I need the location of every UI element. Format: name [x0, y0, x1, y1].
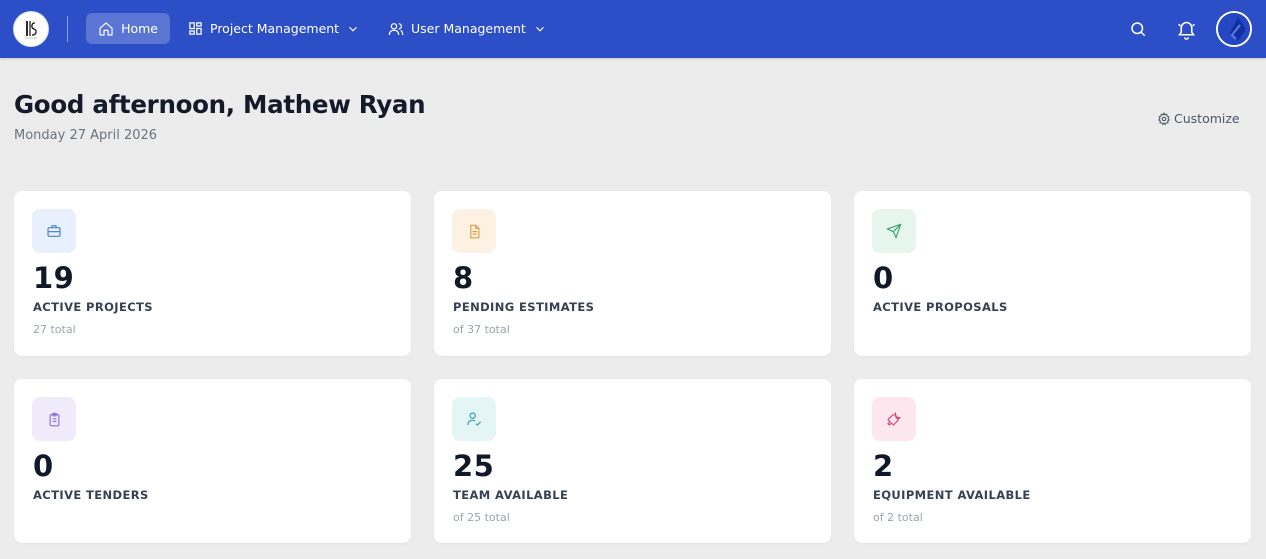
chevron-down-icon — [535, 26, 544, 32]
stat-card-active-proposals[interactable]: 0 ACTIVE PROPOSALS — [854, 191, 1251, 356]
stat-label: ACTIVE PROPOSALS — [873, 300, 1008, 314]
stat-value: 0 — [873, 261, 894, 295]
stat-value: 19 — [33, 261, 75, 295]
customize-label: Customize — [1174, 111, 1240, 126]
stat-card-active-tenders[interactable]: 0 ACTIVE TENDERS — [14, 379, 411, 543]
stat-subtext: of 2 total — [873, 511, 923, 524]
logo-mark-icon — [25, 21, 37, 39]
nav-home[interactable]: Home — [86, 13, 170, 44]
users-icon — [388, 22, 404, 35]
clipboard-icon — [49, 412, 59, 426]
stat-card-active-projects[interactable]: 19 ACTIVE PROJECTS 27 total — [14, 191, 411, 356]
briefcase-icon — [47, 225, 61, 237]
stat-subtext: of 25 total — [453, 511, 510, 524]
card-icon-badge — [32, 397, 76, 441]
home-icon — [99, 21, 113, 36]
card-icon-badge — [872, 397, 916, 441]
stat-label: TEAM AVAILABLE — [453, 488, 569, 502]
page-title: Good afternoon, Mathew Ryan — [14, 90, 426, 119]
user-check-icon — [467, 412, 482, 426]
stat-label: ACTIVE TENDERS — [33, 488, 149, 502]
stat-label: PENDING ESTIMATES — [453, 300, 595, 314]
chevron-down-icon — [349, 26, 358, 32]
grid-icon — [189, 22, 202, 35]
notifications-button[interactable] — [1174, 17, 1198, 41]
search-icon — [1131, 22, 1146, 37]
stat-subtext: of 37 total — [453, 323, 510, 336]
nav-project-management-label: Project Management — [210, 21, 340, 36]
company-logo[interactable] — [13, 11, 49, 47]
nav-user-management-label: User Management — [411, 21, 526, 36]
nav-project-management[interactable]: Project Management — [176, 13, 372, 44]
gear-icon — [1157, 111, 1171, 125]
card-icon-badge — [32, 209, 76, 253]
nav-divider — [67, 16, 68, 42]
current-date: Monday 27 April 2026 — [14, 128, 158, 143]
card-icon-badge — [452, 209, 496, 253]
stat-label: EQUIPMENT AVAILABLE — [873, 488, 1031, 502]
top-navigation-bar: Home Project Management User Management — [0, 0, 1266, 58]
bell-icon — [1177, 21, 1195, 40]
customize-button[interactable]: Customize — [1157, 111, 1240, 126]
stat-subtext: 27 total — [33, 323, 76, 336]
stat-card-equipment-available[interactable]: 2 EQUIPMENT AVAILABLE of 2 total — [854, 379, 1251, 543]
stat-value: 8 — [453, 261, 474, 295]
send-icon — [886, 223, 902, 239]
wrench-icon — [887, 412, 901, 426]
avatar[interactable] — [1216, 11, 1252, 47]
stat-value: 25 — [453, 449, 495, 483]
stat-label: ACTIVE PROJECTS — [33, 300, 153, 314]
stat-value: 0 — [33, 449, 54, 483]
document-icon — [469, 224, 479, 238]
search-button[interactable] — [1126, 17, 1150, 41]
nav-home-label: Home — [121, 21, 158, 36]
avatar-image-icon — [1218, 13, 1250, 45]
stat-card-pending-estimates[interactable]: 8 PENDING ESTIMATES of 37 total — [434, 191, 831, 356]
nav-user-management[interactable]: User Management — [376, 13, 559, 44]
card-icon-badge — [872, 209, 916, 253]
stat-value: 2 — [873, 449, 894, 483]
card-icon-badge — [452, 397, 496, 441]
stat-card-team-available[interactable]: 25 TEAM AVAILABLE of 25 total — [434, 379, 831, 543]
